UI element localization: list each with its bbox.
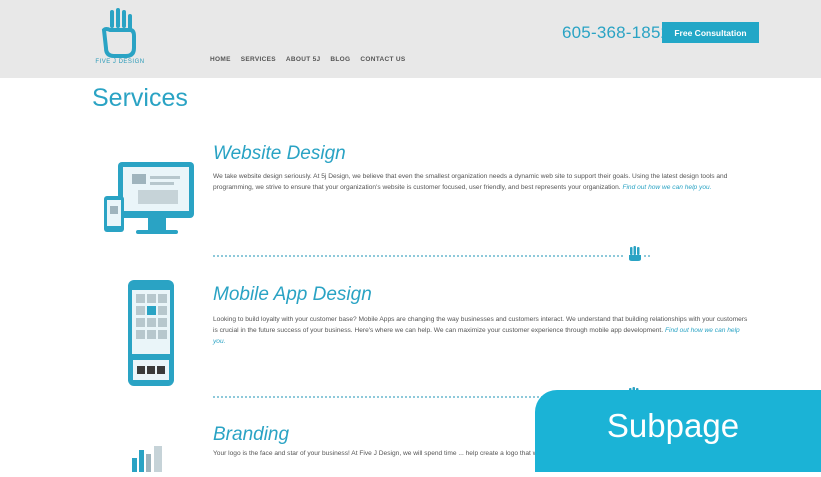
hand-logo-icon [101, 8, 136, 58]
nav-services[interactable]: SERVICES [241, 56, 276, 63]
hand-divider-icon [629, 246, 652, 261]
nav-about[interactable]: ABOUT 5J [286, 56, 321, 63]
logo-text: FIVE J DESIGN [95, 59, 145, 65]
subpage-label-text: Subpage [606, 407, 740, 444]
phone-icon [128, 280, 174, 386]
nav-home[interactable]: HOME [210, 56, 231, 63]
mobile-app-illustration [128, 280, 176, 393]
nav-blog[interactable]: BLOG [330, 56, 350, 63]
service-body-website-design: We take website design seriously. At 5j … [213, 171, 753, 193]
section-divider [213, 255, 623, 257]
service-body-mobile-app-design: Looking to build loyalty with your custo… [213, 314, 753, 347]
service-title-mobile-app-design: Mobile App Design [213, 284, 372, 305]
service-title-branding: Branding [213, 424, 290, 445]
monitor-icon [104, 162, 194, 234]
phone-number[interactable]: 605-368-1852 [562, 23, 670, 43]
website-design-illustration [104, 158, 200, 253]
learn-more-link[interactable]: Find out how we can help you. [622, 184, 711, 191]
branding-icon [132, 446, 162, 472]
subpage-label: Subpage [535, 390, 821, 472]
service-title-website-design: Website Design [213, 143, 346, 164]
main-nav: HOME SERVICES ABOUT 5J BLOG CONTACT US [210, 56, 406, 63]
branding-illustration [132, 446, 168, 477]
nav-contact[interactable]: CONTACT US [360, 56, 405, 63]
free-consultation-button[interactable]: Free Consultation [662, 22, 759, 43]
page-title: Services [92, 84, 188, 112]
logo[interactable]: FIVE J DESIGN [82, 8, 158, 68]
